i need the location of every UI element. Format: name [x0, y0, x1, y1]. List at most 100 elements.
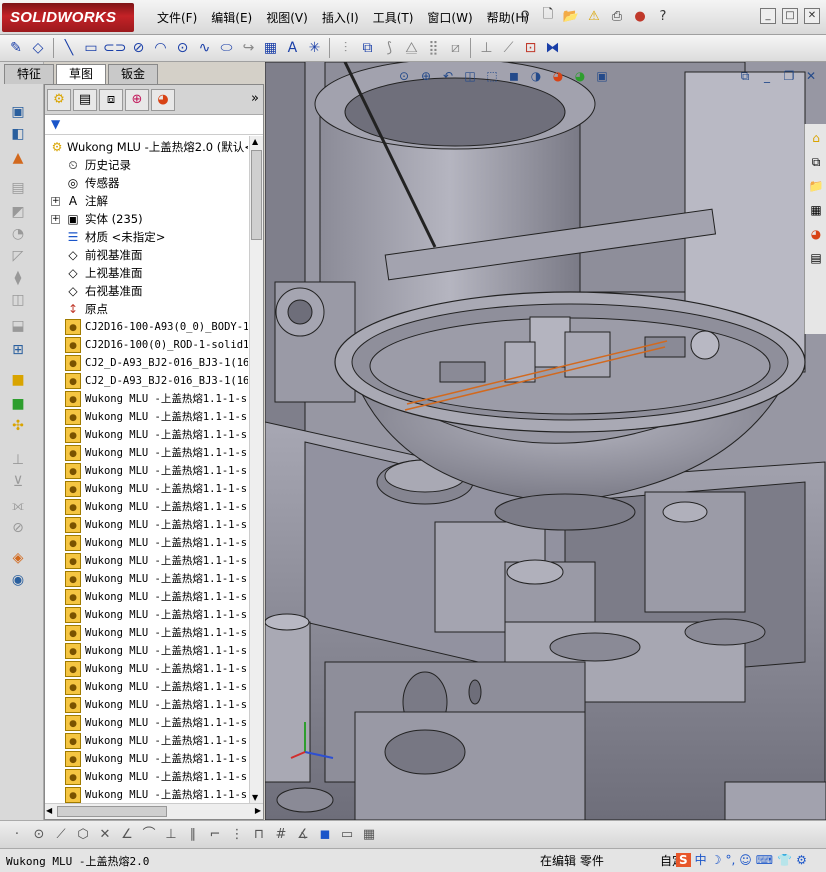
view-palette-icon[interactable]: ▦: [806, 200, 826, 220]
appearances-icon[interactable]: ◕: [806, 224, 826, 244]
sogou-ime-icon[interactable]: S: [676, 852, 691, 867]
rib-icon[interactable]: ⧫: [8, 270, 28, 288]
extruded-boss-icon[interactable]: ▣: [8, 104, 28, 122]
graphics-area[interactable]: ⊙ ⊕ ↶ ◫ ⬚ ◼ ◑ ◕ ◕ ▣ ⧉ _ ❐ ✕ ⌂ ⧉ 📁 ▦ ◕ ▤: [265, 62, 826, 820]
ime-chinese-mode[interactable]: 中: [695, 851, 707, 868]
ref-geometry-icon[interactable]: ■: [8, 372, 28, 390]
circle-icon[interactable]: ⊘: [128, 37, 148, 59]
plane-icon[interactable]: ▦: [260, 37, 280, 59]
tab-features[interactable]: 特征: [4, 64, 55, 84]
filter-icon[interactable]: ▼: [51, 117, 60, 131]
tree-horizontal-scrollbar[interactable]: ◀ ▶: [45, 803, 263, 819]
revolved-boss-icon[interactable]: ◧: [8, 126, 28, 144]
intersect-icon[interactable]: ◈: [8, 550, 28, 568]
rapid-sketch-icon[interactable]: ⧓: [542, 37, 562, 59]
dimxpert-tab-icon[interactable]: ⊕: [125, 89, 149, 111]
mirror-icon[interactable]: ⧋: [401, 37, 421, 59]
rollback-icon[interactable]: ⊥: [8, 452, 28, 470]
fillet-feature-icon[interactable]: ◔: [8, 226, 28, 244]
expand-icon[interactable]: +: [51, 197, 60, 206]
viewport-restore-icon[interactable]: ❐: [780, 67, 798, 85]
parallel-icon[interactable]: ∥: [184, 826, 202, 844]
smart-dimension-icon[interactable]: ◇: [28, 37, 48, 59]
expand-icon[interactable]: +: [51, 215, 60, 224]
ellipse-icon[interactable]: ⬭: [216, 37, 236, 59]
ime-keyboard-icon[interactable]: ⌨: [756, 853, 773, 867]
section-view-icon[interactable]: ◫: [461, 67, 479, 85]
point-icon[interactable]: ⊙: [172, 37, 192, 59]
line-icon[interactable]: ⟋: [52, 826, 70, 844]
scroll-left-icon[interactable]: ◀: [46, 806, 52, 815]
display-manager-tab-icon[interactable]: ◕: [151, 89, 175, 111]
restore-button[interactable]: □: [782, 8, 798, 24]
edit-appearance-icon[interactable]: ◕: [549, 67, 567, 85]
menu-tools[interactable]: 工具(T): [366, 9, 421, 27]
zoom-to-fit-icon[interactable]: ⊙: [395, 67, 413, 85]
text-icon[interactable]: A: [282, 37, 302, 59]
table-view-icon[interactable]: ▦: [360, 826, 378, 844]
model-view[interactable]: [265, 62, 826, 820]
menu-window[interactable]: 窗口(W): [420, 9, 479, 27]
menu-file[interactable]: 文件(F): [150, 9, 204, 27]
viewport-close-icon[interactable]: ✕: [802, 67, 820, 85]
point-sketch-icon[interactable]: ✳: [304, 37, 324, 59]
minimize-button[interactable]: _: [760, 8, 776, 24]
menu-view[interactable]: 视图(V): [259, 9, 315, 27]
combine-icon[interactable]: ⊘: [8, 520, 28, 538]
close-button[interactable]: ✕: [804, 8, 820, 24]
quick-snaps-icon[interactable]: ⊡: [520, 37, 540, 59]
circle-icon[interactable]: ⊙: [30, 826, 48, 844]
menu-edit[interactable]: 编辑(E): [204, 9, 259, 27]
chamfer-icon[interactable]: ◸: [8, 248, 28, 266]
ime-settings-icon[interactable]: ⚙: [796, 853, 807, 867]
solidworks-resources-icon[interactable]: ⌂: [806, 128, 826, 148]
scroll-right-icon[interactable]: ▶: [255, 806, 261, 815]
draft-icon[interactable]: ⬓: [8, 318, 28, 336]
scroll-thumb[interactable]: [251, 150, 262, 240]
arc-icon[interactable]: ◠: [150, 37, 170, 59]
ime-skin-icon[interactable]: 👕: [777, 853, 792, 867]
move-entities-icon[interactable]: ⧄: [445, 37, 465, 59]
cube-view-icon[interactable]: ◼: [316, 826, 334, 844]
loft-icon[interactable]: ▲: [8, 150, 28, 168]
instant3d-icon[interactable]: ✣: [8, 418, 28, 436]
file-explorer-icon[interactable]: 📁: [806, 176, 826, 196]
menu-insert[interactable]: 插入(I): [315, 9, 366, 27]
angle-icon[interactable]: ∠: [118, 826, 136, 844]
ime-emoji-icon[interactable]: ☺: [739, 853, 752, 867]
curvature-icon[interactable]: ◉: [8, 572, 28, 590]
view-orientation-icon[interactable]: ⬚: [483, 67, 501, 85]
print-icon[interactable]: ⎙: [607, 6, 627, 26]
line-icon[interactable]: ╲: [59, 37, 79, 59]
repair-sketch-icon[interactable]: ⟋: [498, 37, 518, 59]
tree-vertical-scrollbar[interactable]: ▲ ▼: [249, 136, 263, 803]
pin-icon[interactable]: ⚲: [515, 6, 535, 26]
view-settings-icon[interactable]: ▣: [593, 67, 611, 85]
horizontal-scroll-thumb[interactable]: [57, 806, 167, 817]
zoom-area-icon[interactable]: ⊕: [417, 67, 435, 85]
angle-snap-icon[interactable]: ∡: [294, 826, 312, 844]
display-style-icon[interactable]: ◼: [505, 67, 523, 85]
open-folder-icon[interactable]: 📂: [561, 6, 581, 26]
expand-panel-icon[interactable]: »: [243, 89, 267, 111]
split-icon[interactable]: ⟗: [8, 498, 28, 516]
feature-tree-tab-icon[interactable]: ⚙: [47, 89, 71, 111]
snap-icon[interactable]: ⋮: [228, 826, 246, 844]
rebuild-warning-icon[interactable]: ⚠: [584, 6, 604, 26]
trim-icon[interactable]: ⫶: [335, 37, 355, 59]
viewport-tile-icon[interactable]: ⧉: [736, 67, 754, 85]
previous-view-icon[interactable]: ↶: [439, 67, 457, 85]
sketch-icon[interactable]: ✎: [6, 37, 26, 59]
revolved-cut-icon[interactable]: ◩: [8, 204, 28, 222]
tab-sheet-metal[interactable]: 钣金: [108, 64, 159, 84]
property-manager-tab-icon[interactable]: ▤: [73, 89, 97, 111]
cross-icon[interactable]: ✕: [96, 826, 114, 844]
ime-moon-icon[interactable]: ☽: [711, 853, 722, 867]
apply-scene-icon[interactable]: ◕: [571, 67, 589, 85]
solidworks-logo[interactable]: SOLIDWORKS: [2, 3, 134, 32]
window-view-icon[interactable]: ▭: [338, 826, 356, 844]
scroll-down-icon[interactable]: ▼: [252, 793, 258, 802]
perpendicular-icon[interactable]: ⊥: [162, 826, 180, 844]
scroll-up-icon[interactable]: ▲: [252, 137, 258, 146]
convert-entities-icon[interactable]: ⧉: [357, 37, 377, 59]
